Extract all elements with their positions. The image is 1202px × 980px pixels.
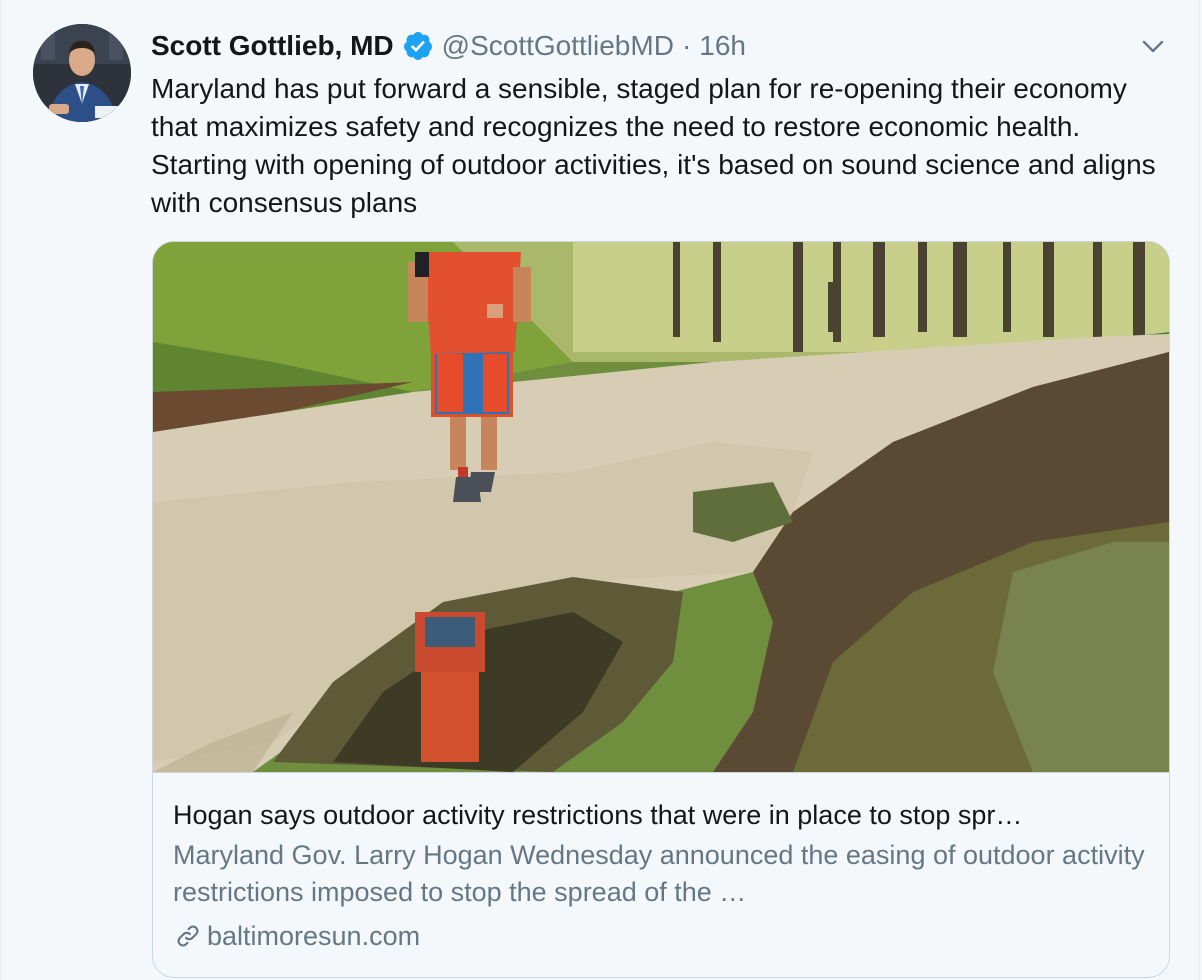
tweet-header: Scott Gottlieb, MD @ScottGottliebMD · 16… [151,26,1159,66]
separator-dot: · [681,30,692,61]
avatar[interactable] [33,24,131,122]
tweet-text: Maryland has put forward a sensible, sta… [151,73,1156,218]
card-title: Hogan says outdoor activity restrictions… [173,800,1023,830]
link-preview-card[interactable]: Hogan says outdoor activity restrictions… [152,241,1170,978]
author-handle[interactable]: @ScottGottliebMD [442,30,674,62]
chevron-down-icon[interactable] [1137,30,1169,62]
verified-badge-icon [402,30,434,62]
tweet-timestamp[interactable]: 16h [699,30,746,62]
card-body[interactable]: Hogan says outdoor activity restrictions… [153,772,1169,977]
card-domain: baltimoresun.com [207,921,421,951]
runner-on-trail-photo [153,242,1169,772]
tweet[interactable]: Scott Gottlieb, MD @ScottGottliebMD · 16… [0,0,1200,980]
card-description: Maryland Gov. Larry Hogan Wednesday anno… [173,840,1145,907]
author-name[interactable]: Scott Gottlieb, MD [151,30,394,62]
card-image[interactable] [153,242,1169,772]
link-icon [173,921,203,951]
card-domain-row: baltimoresun.com [173,918,1149,954]
